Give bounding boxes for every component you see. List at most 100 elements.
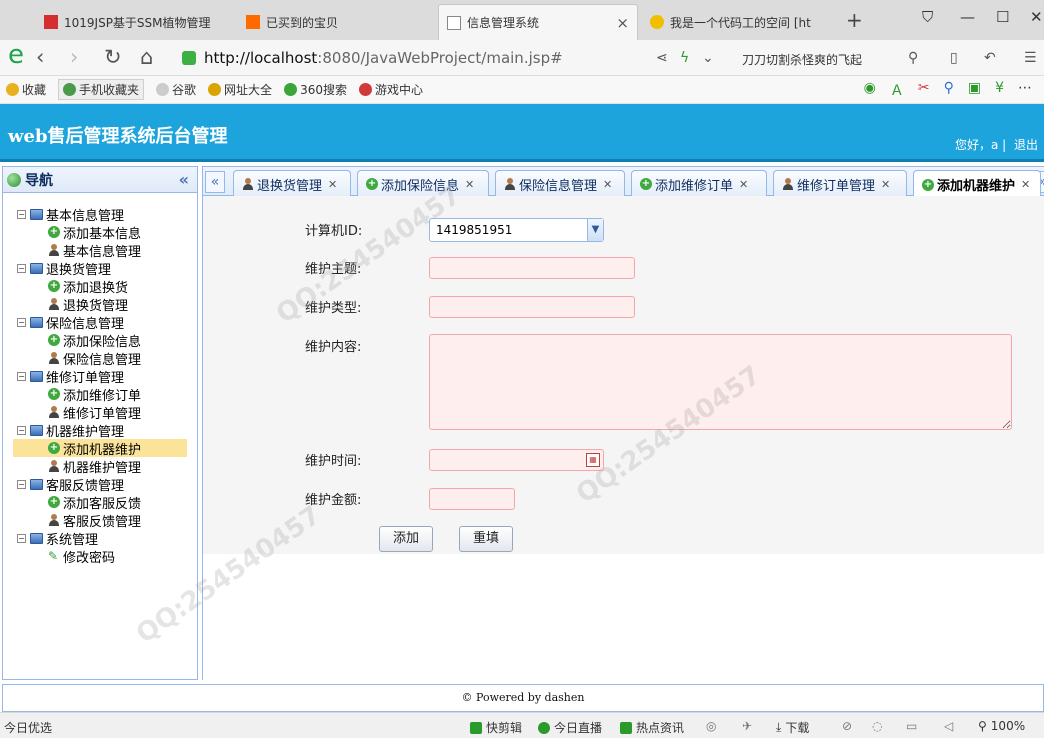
sidebar-item[interactable]: + 添加维修订单 — [3, 385, 197, 404]
content-tab[interactable]: 退换货管理 ✕ — [233, 170, 351, 197]
dropdown-chevron-icon[interactable]: ⌄ — [702, 50, 714, 66]
translate-icon[interactable]: Ａ — [890, 80, 904, 100]
browser-tab-purchased[interactable]: 已买到的宝贝 — [238, 4, 434, 40]
type-input[interactable] — [429, 296, 635, 318]
close-tab-icon[interactable]: ✕ — [465, 178, 474, 191]
status-icon-3[interactable]: ⊘ — [842, 719, 852, 733]
sidebar-item[interactable]: 保险信息管理 — [3, 349, 197, 368]
zoom-control[interactable]: ⚲ 100% — [978, 719, 1025, 733]
tree-group[interactable]: − 基本信息管理 — [3, 205, 197, 224]
gamepad-icon[interactable]: ▣ — [968, 80, 981, 100]
content-textarea[interactable] — [429, 334, 1012, 430]
collapse-toggle-icon[interactable]: − — [17, 263, 26, 273]
sidebar-item[interactable]: 机器维护管理 — [3, 457, 197, 476]
home-icon[interactable]: ⌂ — [140, 45, 153, 69]
calendar-icon[interactable]: ▦ — [586, 453, 600, 467]
sidebar-item[interactable]: + 添加机器维护 — [13, 439, 187, 458]
tree-group[interactable]: − 退换货管理 — [3, 259, 197, 278]
status-live[interactable]: 今日直播 — [538, 719, 602, 736]
content-tab[interactable]: + 添加机器维护 ✕ — [913, 170, 1041, 198]
close-tab-icon[interactable]: ✕ — [1021, 178, 1030, 191]
undo-icon[interactable]: ↶ — [984, 50, 996, 66]
bookmark-favorites[interactable]: 收藏 — [6, 81, 46, 98]
tree-group[interactable]: − 维修订单管理 — [3, 367, 197, 386]
sidebar-item[interactable]: 基本信息管理 — [3, 241, 197, 260]
url-field[interactable]: http://localhost:8080/JavaWebProject/mai… — [182, 45, 722, 71]
collapse-toggle-icon[interactable]: − — [17, 533, 26, 543]
sidebar-item[interactable]: + 添加客服反馈 — [3, 493, 197, 512]
collapse-toggle-icon[interactable]: − — [17, 317, 26, 327]
subject-input[interactable] — [429, 257, 635, 279]
search-suggestion[interactable]: 刀刀切割杀怪爽的飞起 — [742, 51, 862, 68]
status-icon-1[interactable]: ◎ — [706, 719, 716, 733]
browser-tab-coder-space[interactable]: 我是一个代码工的空间 [ht — [642, 4, 838, 40]
close-window-icon[interactable]: ✕ — [1030, 8, 1043, 26]
maximize-icon[interactable]: ☐ — [996, 8, 1009, 26]
sidebar-item[interactable]: + 添加基本信息 — [3, 223, 197, 242]
bookmark-game-center[interactable]: 游戏中心 — [358, 81, 423, 98]
tree-group[interactable]: − 系统管理 — [3, 529, 197, 548]
lightning-icon[interactable]: ϟ — [680, 50, 689, 66]
mobile-icon[interactable]: ▯ — [950, 50, 958, 66]
status-quick-clip[interactable]: 快剪辑 — [470, 719, 522, 736]
sidebar-item[interactable]: ✎ 修改密码 — [3, 547, 197, 566]
collapse-toggle-icon[interactable]: − — [17, 425, 26, 435]
close-tab-icon[interactable]: ✕ — [881, 178, 890, 191]
computer-id-select[interactable]: 1419851951 ▼ — [429, 218, 604, 242]
share-icon[interactable]: ⋖ — [656, 50, 668, 66]
status-today-pick[interactable]: 今日优选 — [4, 719, 52, 736]
more-icon[interactable]: ⋯ — [1018, 80, 1032, 100]
close-tab-icon[interactable]: × — [610, 14, 629, 32]
new-tab-icon[interactable]: + — [846, 8, 863, 32]
sidebar-item[interactable]: + 添加退换货 — [3, 277, 197, 296]
menu-icon[interactable]: ☰ — [1024, 50, 1037, 66]
collapse-toggle-icon[interactable]: − — [17, 371, 26, 381]
sidebar-item[interactable]: + 添加保险信息 — [3, 331, 197, 350]
content-tab[interactable]: 保险信息管理 ✕ — [495, 170, 625, 197]
collapse-toggle-icon[interactable]: − — [17, 479, 26, 489]
add-button[interactable]: 添加 — [379, 526, 433, 552]
status-download[interactable]: ⤓ 下载 — [776, 719, 809, 736]
close-tab-icon[interactable]: ✕ — [739, 178, 748, 191]
collapse-sidebar-icon[interactable]: « — [179, 170, 189, 189]
tree-group[interactable]: − 机器维护管理 — [3, 421, 197, 440]
time-input[interactable]: ▦ — [429, 449, 604, 471]
chevron-down-icon[interactable]: ▼ — [587, 219, 603, 241]
sidebar-item[interactable]: 维修订单管理 — [3, 403, 197, 422]
bookmark-360-search[interactable]: 360搜索 — [284, 81, 347, 98]
status-icon-5[interactable]: ▭ — [906, 719, 917, 733]
bookmark-url-directory[interactable]: 网址大全 — [208, 81, 272, 98]
reload-icon[interactable]: ↻ — [104, 45, 122, 69]
extension-green-icon[interactable]: ◉ — [864, 80, 876, 100]
browser-tab-plant-system[interactable]: 1019JSP基于SSM植物管理 — [36, 4, 232, 40]
bookmark-google[interactable]: 谷歌 — [156, 81, 196, 98]
yen-icon[interactable]: ¥ — [995, 80, 1004, 100]
scroll-tabs-left-icon[interactable]: « — [205, 171, 225, 193]
logout-link[interactable]: 退出 — [1014, 138, 1038, 152]
volume-icon[interactable]: ◁ — [944, 719, 953, 733]
forward-icon[interactable]: › — [70, 45, 78, 69]
collapse-toggle-icon[interactable]: − — [17, 209, 26, 219]
content-tab[interactable]: + 添加维修订单 ✕ — [631, 170, 767, 197]
shirt-skin-icon[interactable]: ⛉ — [922, 8, 933, 26]
content-tab[interactable]: 维修订单管理 ✕ — [773, 170, 907, 197]
back-icon[interactable]: ‹ — [36, 45, 44, 69]
tree-group[interactable]: − 保险信息管理 — [3, 313, 197, 332]
tree-group[interactable]: − 客服反馈管理 — [3, 475, 197, 494]
magnifier-icon[interactable]: ⚲ — [944, 80, 954, 100]
status-hot-news[interactable]: 热点资讯 — [620, 719, 684, 736]
search-icon[interactable]: ⚲ — [908, 50, 918, 66]
minimize-icon[interactable]: — — [960, 8, 975, 26]
content-tab[interactable]: + 添加保险信息 ✕ — [357, 170, 489, 197]
status-icon-4[interactable]: ◌ — [872, 719, 882, 733]
sidebar-item[interactable]: 退换货管理 — [3, 295, 197, 314]
close-tab-icon[interactable]: ✕ — [603, 178, 612, 191]
close-tab-icon[interactable]: ✕ — [328, 178, 337, 191]
browser-tab-info-system[interactable]: 信息管理系统 × — [438, 4, 638, 40]
status-icon-2[interactable]: ✈ — [742, 719, 752, 733]
reset-button[interactable]: 重填 — [459, 526, 513, 552]
amount-input[interactable] — [429, 488, 515, 510]
bookmark-mobile[interactable]: 手机收藏夹 — [58, 79, 145, 100]
sidebar-item[interactable]: 客服反馈管理 — [3, 511, 197, 530]
scissors-icon[interactable]: ✂ — [918, 80, 930, 100]
